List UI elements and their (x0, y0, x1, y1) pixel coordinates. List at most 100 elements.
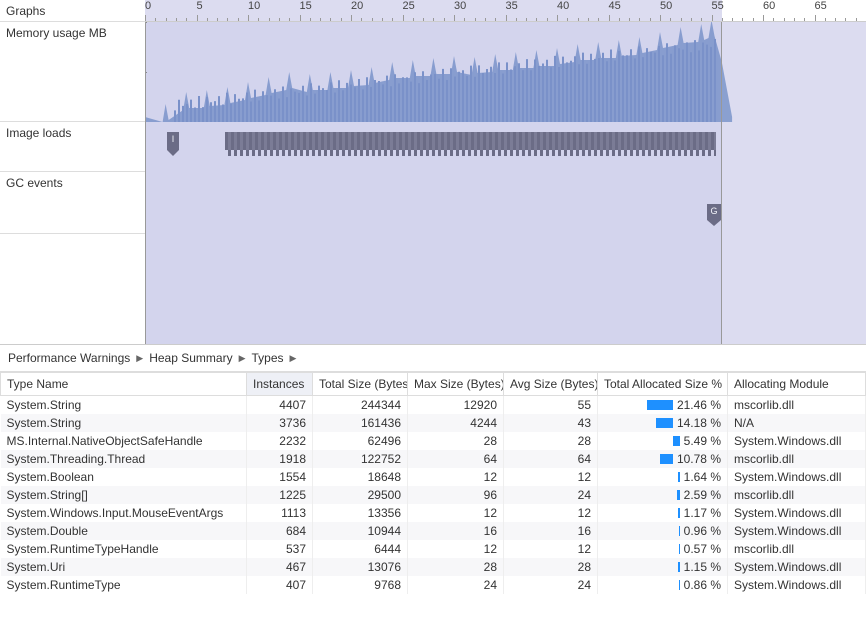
table-row[interactable]: System.Double6841094416160.96 %System.Wi… (1, 522, 866, 540)
table-row[interactable]: System.Windows.Input.MouseEventArgs11131… (1, 504, 866, 522)
max-size-cell: 12 (408, 504, 504, 522)
instances-cell: 4407 (247, 396, 313, 415)
type-name-cell: System.RuntimeTypeHandle (1, 540, 247, 558)
pct-cell: 0.86 % (598, 576, 728, 594)
instances-cell: 1225 (247, 486, 313, 504)
max-size-cell: 96 (408, 486, 504, 504)
total-size-cell: 13076 (313, 558, 408, 576)
max-size-cell: 24 (408, 576, 504, 594)
instances-cell: 1554 (247, 468, 313, 486)
pct-cell: 0.96 % (598, 522, 728, 540)
ruler-tick: 10 (248, 0, 260, 12)
instances-cell: 2232 (247, 432, 313, 450)
graph-timeline-area[interactable]: 0510152025303540455055606570 050100 I G (145, 0, 866, 344)
pct-cell: 5.49 % (598, 432, 728, 450)
max-size-cell: 4244 (408, 414, 504, 432)
instances-cell: 537 (247, 540, 313, 558)
max-size-cell: 12920 (408, 396, 504, 415)
type-name-cell: System.String (1, 396, 247, 415)
memory-chart[interactable]: 050100 (145, 22, 866, 122)
max-size-cell: 64 (408, 450, 504, 468)
avg-size-cell: 16 (504, 522, 598, 540)
image-load-dense-track (225, 132, 716, 150)
max-size-cell: 16 (408, 522, 504, 540)
column-header[interactable]: Allocating Module (728, 373, 866, 396)
empty-track (145, 234, 866, 344)
table-row[interactable]: System.RuntimeTypeHandle537644412120.57 … (1, 540, 866, 558)
table-row[interactable]: System.String[]12252950096242.59 %mscorl… (1, 486, 866, 504)
gc-events-track[interactable]: G (145, 172, 866, 234)
type-name-cell: System.Double (1, 522, 247, 540)
ruler-tick: 40 (557, 0, 569, 12)
chevron-right-icon: ▶ (239, 353, 246, 364)
ruler-tick: 45 (609, 0, 621, 12)
module-cell: mscorlib.dll (728, 486, 866, 504)
type-name-cell: System.Windows.Input.MouseEventArgs (1, 504, 247, 522)
column-header[interactable]: Total Allocated Size % (598, 373, 728, 396)
module-cell: mscorlib.dll (728, 540, 866, 558)
chevron-right-icon: ▶ (290, 353, 297, 364)
avg-size-cell: 64 (504, 450, 598, 468)
table-row[interactable]: System.RuntimeType407976824240.86 %Syste… (1, 576, 866, 594)
type-name-cell: System.RuntimeType (1, 576, 247, 594)
table-header-row: Type NameInstancesTotal Size (Bytes)Max … (1, 373, 866, 396)
gc-events-label: GC events (0, 172, 145, 234)
type-name-cell: System.String (1, 414, 247, 432)
type-name-cell: System.Uri (1, 558, 247, 576)
table-row[interactable]: MS.Internal.NativeObjectSafeHandle223262… (1, 432, 866, 450)
total-size-cell: 122752 (313, 450, 408, 468)
ruler-tick: 20 (351, 0, 363, 12)
pct-cell: 1.15 % (598, 558, 728, 576)
column-header[interactable]: Avg Size (Bytes) (504, 373, 598, 396)
avg-size-cell: 28 (504, 558, 598, 576)
avg-size-cell: 12 (504, 540, 598, 558)
time-ruler[interactable]: 0510152025303540455055606570 (145, 0, 866, 22)
module-cell: System.Windows.dll (728, 558, 866, 576)
breadcrumb-item[interactable]: Types (252, 351, 284, 365)
ruler-tick: 35 (506, 0, 518, 12)
table-row[interactable]: System.String4407244344129205521.46 %msc… (1, 396, 866, 415)
pct-cell: 1.64 % (598, 468, 728, 486)
module-cell: mscorlib.dll (728, 396, 866, 415)
table-row[interactable]: System.Boolean15541864812121.64 %System.… (1, 468, 866, 486)
total-size-cell: 6444 (313, 540, 408, 558)
max-size-cell: 28 (408, 432, 504, 450)
chevron-right-icon: ▶ (136, 353, 143, 364)
breadcrumb-item[interactable]: Heap Summary (149, 351, 232, 365)
column-header[interactable]: Type Name (1, 373, 247, 396)
avg-size-cell: 24 (504, 486, 598, 504)
pct-cell: 10.78 % (598, 450, 728, 468)
column-header[interactable]: Total Size (Bytes) (313, 373, 408, 396)
max-size-cell: 28 (408, 558, 504, 576)
instances-cell: 1113 (247, 504, 313, 522)
ruler-tick: 5 (197, 0, 203, 12)
avg-size-cell: 28 (504, 432, 598, 450)
instances-cell: 3736 (247, 414, 313, 432)
breadcrumb-item[interactable]: Performance Warnings (8, 351, 130, 365)
ruler-tick: 60 (763, 0, 775, 12)
table-row[interactable]: System.String373616143642444314.18 %N/A (1, 414, 866, 432)
image-loads-track[interactable]: I (145, 122, 866, 172)
table-row[interactable]: System.Threading.Thread1918122752646410.… (1, 450, 866, 468)
type-name-cell: System.Boolean (1, 468, 247, 486)
total-size-cell: 161436 (313, 414, 408, 432)
total-size-cell: 29500 (313, 486, 408, 504)
pct-cell: 0.57 % (598, 540, 728, 558)
table-row[interactable]: System.Uri4671307628281.15 %System.Windo… (1, 558, 866, 576)
total-size-cell: 13356 (313, 504, 408, 522)
type-name-cell: System.String[] (1, 486, 247, 504)
breadcrumb: Performance Warnings ▶ Heap Summary ▶ Types ▶ (0, 345, 866, 372)
pct-cell: 1.17 % (598, 504, 728, 522)
memory-usage-label: Memory usage MB (0, 22, 145, 122)
column-header[interactable]: Max Size (Bytes) (408, 373, 504, 396)
module-cell: mscorlib.dll (728, 450, 866, 468)
total-size-cell: 18648 (313, 468, 408, 486)
module-cell: System.Windows.dll (728, 576, 866, 594)
ruler-tick: 65 (815, 0, 827, 12)
image-loads-label: Image loads (0, 122, 145, 172)
avg-size-cell: 55 (504, 396, 598, 415)
column-header[interactable]: Instances (247, 373, 313, 396)
instances-cell: 467 (247, 558, 313, 576)
total-size-cell: 9768 (313, 576, 408, 594)
avg-size-cell: 24 (504, 576, 598, 594)
